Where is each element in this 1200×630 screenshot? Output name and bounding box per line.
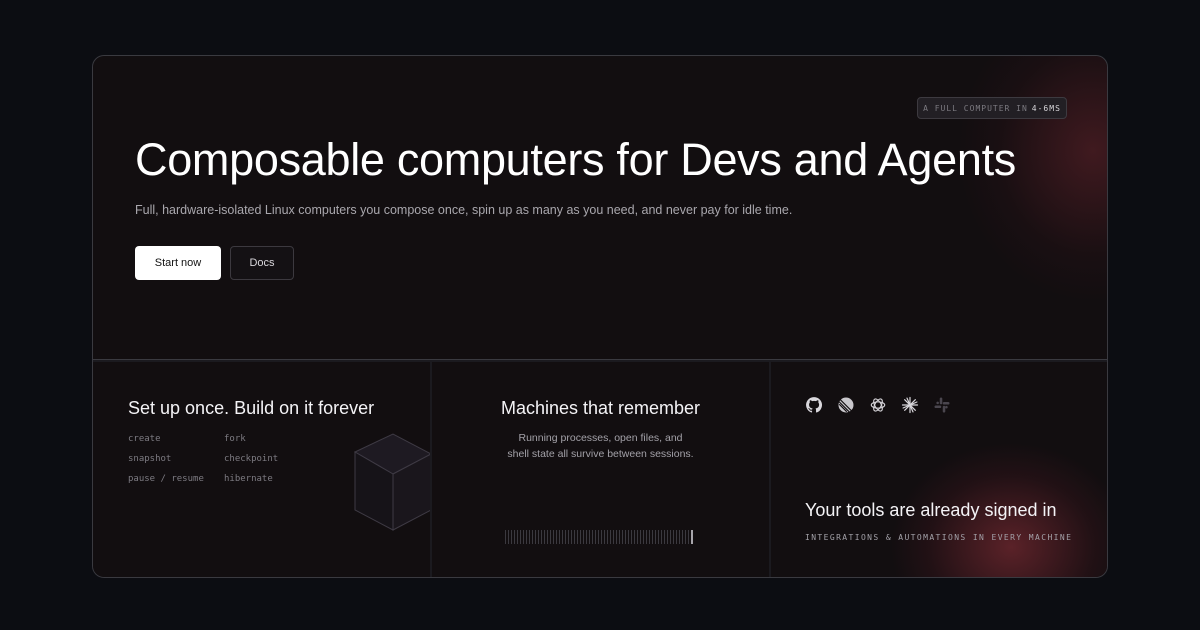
activity-bar xyxy=(637,530,638,544)
activity-bar xyxy=(547,530,548,544)
memory-description-line: Running processes, open files, and xyxy=(518,432,683,444)
activity-bar xyxy=(556,530,557,544)
activity-bar xyxy=(676,530,677,544)
activity-bar xyxy=(577,530,578,544)
command-item: snapshot xyxy=(128,454,172,464)
command-item: pause / resume xyxy=(128,474,204,484)
tools-card-subtitle: INTEGRATIONS & AUTOMATIONS IN EVERY MACH… xyxy=(805,533,1073,542)
activity-bar xyxy=(550,530,551,544)
activity-bar xyxy=(559,530,560,544)
activity-bar xyxy=(631,530,632,544)
activity-bar xyxy=(583,530,584,544)
activity-bar xyxy=(598,530,599,544)
activity-bar xyxy=(520,530,521,544)
activity-bar xyxy=(664,530,665,544)
hero-section: A FULL COMPUTER IN 4-6MS Composable comp… xyxy=(93,56,1107,360)
activity-bar xyxy=(580,530,581,544)
activity-bar xyxy=(523,530,524,544)
openai-icon xyxy=(870,398,886,412)
activity-bar xyxy=(646,530,647,544)
activity-bar xyxy=(613,530,614,544)
activity-bar xyxy=(544,530,545,544)
activity-bar xyxy=(682,530,683,544)
slack-icon xyxy=(934,397,950,413)
memory-card: Machines that remember Running processes… xyxy=(432,362,769,577)
activity-bar xyxy=(655,530,656,544)
activity-bar xyxy=(625,530,626,544)
activity-bar xyxy=(673,530,674,544)
tools-card-title: Your tools are already signed in xyxy=(805,500,1057,520)
command-item: checkpoint xyxy=(224,454,279,464)
activity-bar xyxy=(691,530,693,544)
activity-bar xyxy=(526,530,527,544)
docs-button[interactable]: Docs xyxy=(230,246,294,280)
memory-card-description: Running processes, open files, and shell… xyxy=(432,430,769,462)
setup-card-title: Set up once. Build on it forever xyxy=(128,398,375,418)
activity-bar xyxy=(541,530,542,544)
activity-bar xyxy=(634,530,635,544)
command-item: create xyxy=(128,434,161,444)
activity-bar xyxy=(649,530,650,544)
activity-bar xyxy=(652,530,653,544)
activity-bar xyxy=(517,530,518,544)
activity-bar xyxy=(616,530,617,544)
activity-bar xyxy=(565,530,566,544)
command-item: hibernate xyxy=(224,474,273,484)
activity-bar xyxy=(643,530,644,544)
start-now-button[interactable]: Start now xyxy=(135,246,221,280)
activity-bar xyxy=(661,530,662,544)
activity-bar xyxy=(553,530,554,544)
activity-bar xyxy=(619,530,620,544)
activity-bar xyxy=(667,530,668,544)
cube-illustration xyxy=(353,433,430,531)
activity-bar xyxy=(511,530,512,544)
activity-bar xyxy=(685,530,686,544)
page-frame: A FULL COMPUTER IN 4-6MS Composable comp… xyxy=(92,55,1108,578)
activity-bar xyxy=(568,530,569,544)
activity-bar xyxy=(535,530,536,544)
setup-card: Set up once. Build on it forever create … xyxy=(93,362,430,577)
claude-icon xyxy=(901,396,919,414)
activity-bar xyxy=(529,530,530,544)
hero-title: Composable computers for Devs and Agents xyxy=(135,134,1016,185)
activity-bar xyxy=(628,530,629,544)
memory-card-title: Machines that remember xyxy=(500,398,701,418)
command-item: fork xyxy=(224,434,246,444)
activity-bar xyxy=(508,530,509,544)
badge-prefix: A FULL COMPUTER IN xyxy=(923,103,1028,113)
activity-bar xyxy=(670,530,671,544)
badge-highlight: 4-6MS xyxy=(1031,103,1061,113)
hero-subtitle: Full, hardware-isolated Linux computers … xyxy=(135,203,793,217)
activity-bar xyxy=(532,530,533,544)
activity-bar xyxy=(562,530,563,544)
activity-bar xyxy=(592,530,593,544)
activity-bar xyxy=(589,530,590,544)
integration-icons xyxy=(805,396,951,414)
activity-bar xyxy=(514,530,515,544)
activity-bar xyxy=(505,530,506,544)
memory-description-line: shell state all survive between sessions… xyxy=(507,448,694,460)
tools-card: Your tools are already signed in INTEGRA… xyxy=(771,362,1107,577)
activity-bar xyxy=(679,530,680,544)
activity-bars xyxy=(505,530,697,544)
activity-bar xyxy=(586,530,587,544)
activity-bar xyxy=(571,530,572,544)
activity-bar xyxy=(688,530,689,544)
activity-bar xyxy=(610,530,611,544)
activity-bar xyxy=(607,530,608,544)
activity-bar xyxy=(640,530,641,544)
github-icon xyxy=(806,397,823,413)
activity-bar xyxy=(574,530,575,544)
speed-badge: A FULL COMPUTER IN 4-6MS xyxy=(917,97,1067,119)
activity-bar xyxy=(595,530,596,544)
command-list: create fork snapshot checkpoint pause / … xyxy=(128,434,304,484)
linear-icon xyxy=(838,397,854,413)
activity-bar xyxy=(604,530,605,544)
activity-bar xyxy=(538,530,539,544)
activity-bar xyxy=(658,530,659,544)
activity-bar xyxy=(601,530,602,544)
activity-bar xyxy=(622,530,623,544)
